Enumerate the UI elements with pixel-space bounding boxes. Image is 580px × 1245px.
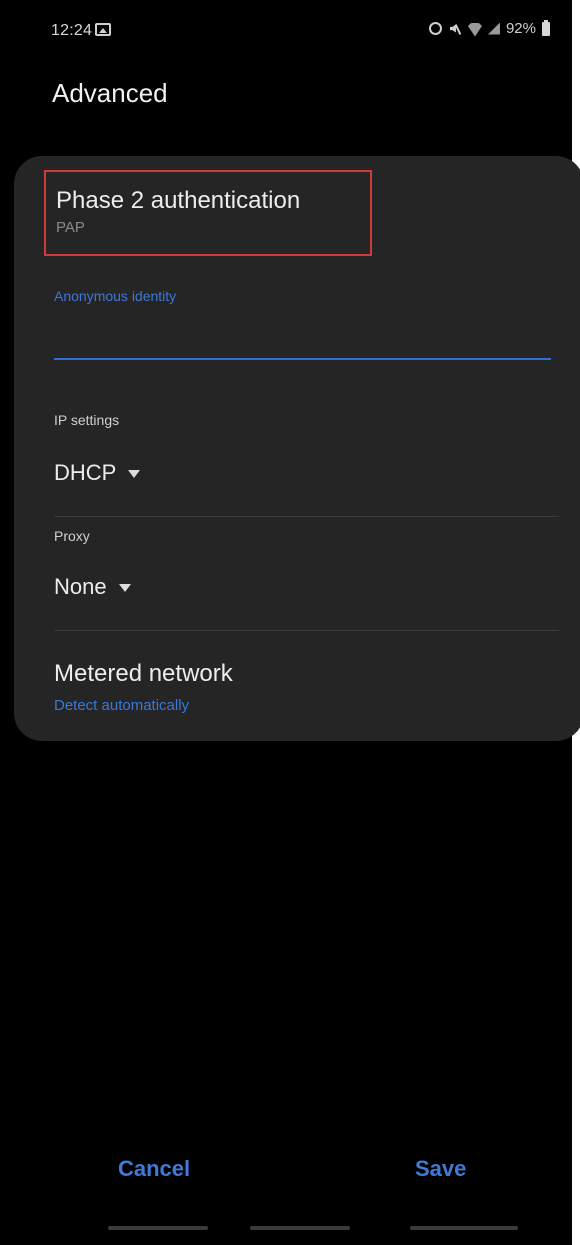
anonymous-identity-input[interactable] — [54, 318, 551, 360]
proxy-label: Proxy — [54, 528, 90, 544]
ip-settings-label: IP settings — [54, 412, 120, 428]
wifi-icon — [468, 22, 482, 36]
proxy-value: None — [54, 574, 107, 599]
phone-screen: 12:24 92% Advanced Phase 2 authenticatio… — [0, 0, 580, 1245]
gallery-icon — [95, 23, 111, 36]
phase2-value: PAP — [56, 219, 85, 236]
phase2-authentication-item[interactable]: Phase 2 authentication PAP — [44, 170, 372, 256]
ip-settings-dropdown[interactable]: DHCP — [54, 460, 141, 486]
page-title: Advanced — [52, 78, 168, 108]
nav-bar-segment — [410, 1226, 518, 1230]
status-bar: 12:24 92% — [0, 0, 572, 50]
metered-network-value: Detect automatically — [54, 697, 190, 714]
status-time: 12:24 — [51, 22, 93, 39]
divider — [54, 516, 559, 517]
anonymous-identity-label: Anonymous identity — [54, 288, 177, 304]
nav-bar-segment — [108, 1226, 208, 1230]
battery-percent: 92% — [505, 20, 536, 37]
signal-icon — [487, 22, 500, 35]
phase2-title: Phase 2 authentication — [56, 187, 301, 214]
save-button[interactable]: Save — [415, 1156, 466, 1182]
cancel-button[interactable]: Cancel — [118, 1156, 190, 1182]
caret-down-icon — [128, 470, 141, 478]
status-icons: 92% — [428, 19, 550, 37]
alarm-icon — [428, 22, 442, 35]
caret-down-icon — [118, 584, 131, 592]
settings-card: Phase 2 authentication PAP Anonymous ide… — [14, 156, 580, 741]
ip-settings-value: DHCP — [54, 460, 117, 485]
metered-network-title: Metered network — [54, 660, 233, 687]
battery-icon — [542, 19, 550, 36]
proxy-dropdown[interactable]: None — [54, 574, 131, 600]
divider — [54, 630, 559, 631]
nav-bar-segment — [250, 1226, 350, 1230]
mute-icon — [448, 22, 462, 36]
